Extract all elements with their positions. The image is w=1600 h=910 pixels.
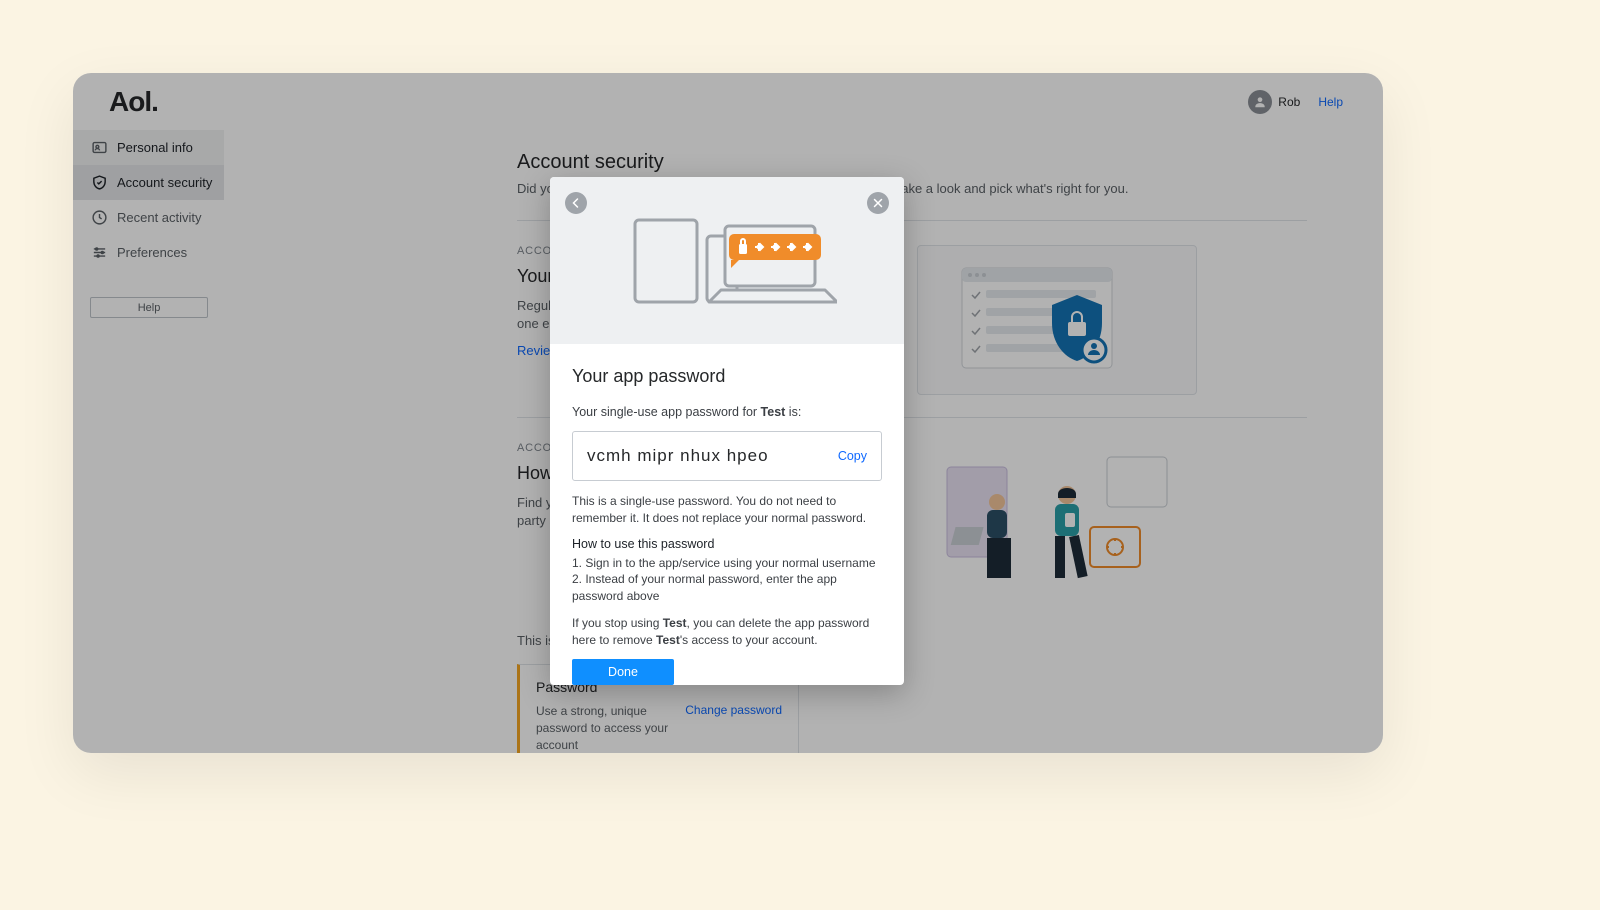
sidebar: Personal info Account security Recent ac… <box>73 130 224 318</box>
modal-header <box>550 177 904 344</box>
user-chip[interactable]: Rob <box>1248 90 1300 114</box>
sidebar-help-button[interactable]: Help <box>90 297 208 318</box>
close-icon <box>872 197 884 209</box>
back-button[interactable] <box>565 192 587 214</box>
sidebar-item-label: Account security <box>117 175 212 190</box>
change-password-link[interactable]: Change password <box>685 703 782 717</box>
sidebar-item-preferences[interactable]: Preferences <box>73 235 224 270</box>
sliders-icon <box>91 244 108 261</box>
password-box: vcmh mipr nhux hpeo Copy <box>572 431 882 481</box>
modal-trailer: If you stop using Test, you can delete t… <box>572 615 882 649</box>
sidebar-item-label: Preferences <box>117 245 187 260</box>
howto-step: 2. Instead of your normal password, ente… <box>572 571 882 605</box>
logo: Aol. <box>109 86 158 118</box>
card-text: Use a strong, unique password to access … <box>536 703 673 753</box>
sidebar-item-recent-activity[interactable]: Recent activity <box>73 200 224 235</box>
howto-step: 1. Sign in to the app/service using your… <box>572 555 882 572</box>
modal-title: Your app password <box>572 366 882 387</box>
app-password-modal: Your app password Your single-use app pa… <box>550 177 904 685</box>
sidebar-item-label: Personal info <box>117 140 193 155</box>
modal-lead: Your single-use app password for Test is… <box>572 405 882 419</box>
avatar-icon <box>1248 90 1272 114</box>
illustration-people <box>917 442 1197 602</box>
app-password-value: vcmh mipr nhux hpeo <box>587 446 769 466</box>
chevron-left-icon <box>570 197 582 209</box>
done-button[interactable]: Done <box>572 659 674 685</box>
modal-note: This is a single-use password. You do no… <box>572 493 882 527</box>
sidebar-item-account-security[interactable]: Account security <box>73 165 224 200</box>
copy-button[interactable]: Copy <box>838 449 867 463</box>
page-title: Account security <box>517 151 1307 174</box>
help-link[interactable]: Help <box>1318 95 1343 109</box>
devices-illustration <box>617 206 837 316</box>
illustration-checklist <box>917 245 1197 395</box>
header: Aol. Rob Help <box>73 73 1383 130</box>
sidebar-item-personal-info[interactable]: Personal info <box>73 130 224 165</box>
person-card-icon <box>91 139 108 156</box>
clock-icon <box>91 209 108 226</box>
close-button[interactable] <box>867 192 889 214</box>
sidebar-item-label: Recent activity <box>117 210 202 225</box>
howto-title: How to use this password <box>572 537 882 551</box>
shield-icon <box>91 174 108 191</box>
howto-steps: 1. Sign in to the app/service using your… <box>572 555 882 605</box>
user-name: Rob <box>1278 95 1300 109</box>
